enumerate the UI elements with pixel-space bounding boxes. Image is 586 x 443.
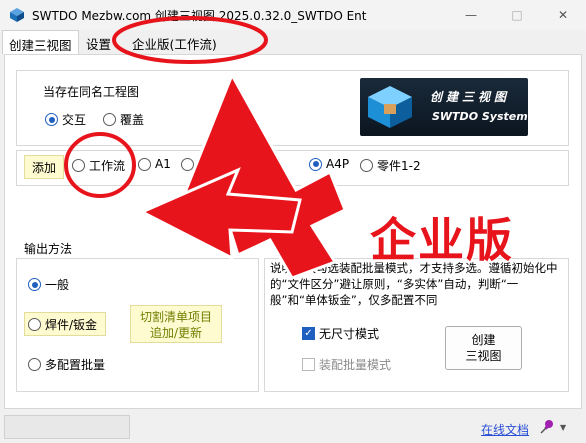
- arrow-up-icon: [166, 71, 347, 280]
- annotation-ellipse-tab: [112, 16, 268, 64]
- annotation-ellipse-workflow: [64, 132, 136, 198]
- enterprise-edition-annotation: 企业版: [369, 212, 514, 268]
- status-bar: 在线文档 ▼: [0, 409, 586, 443]
- online-docs-link[interactable]: 在线文档: [481, 421, 529, 438]
- status-field: [4, 415, 130, 439]
- pin-icon[interactable]: [538, 418, 556, 436]
- dropdown-arrow-icon[interactable]: ▼: [560, 423, 566, 432]
